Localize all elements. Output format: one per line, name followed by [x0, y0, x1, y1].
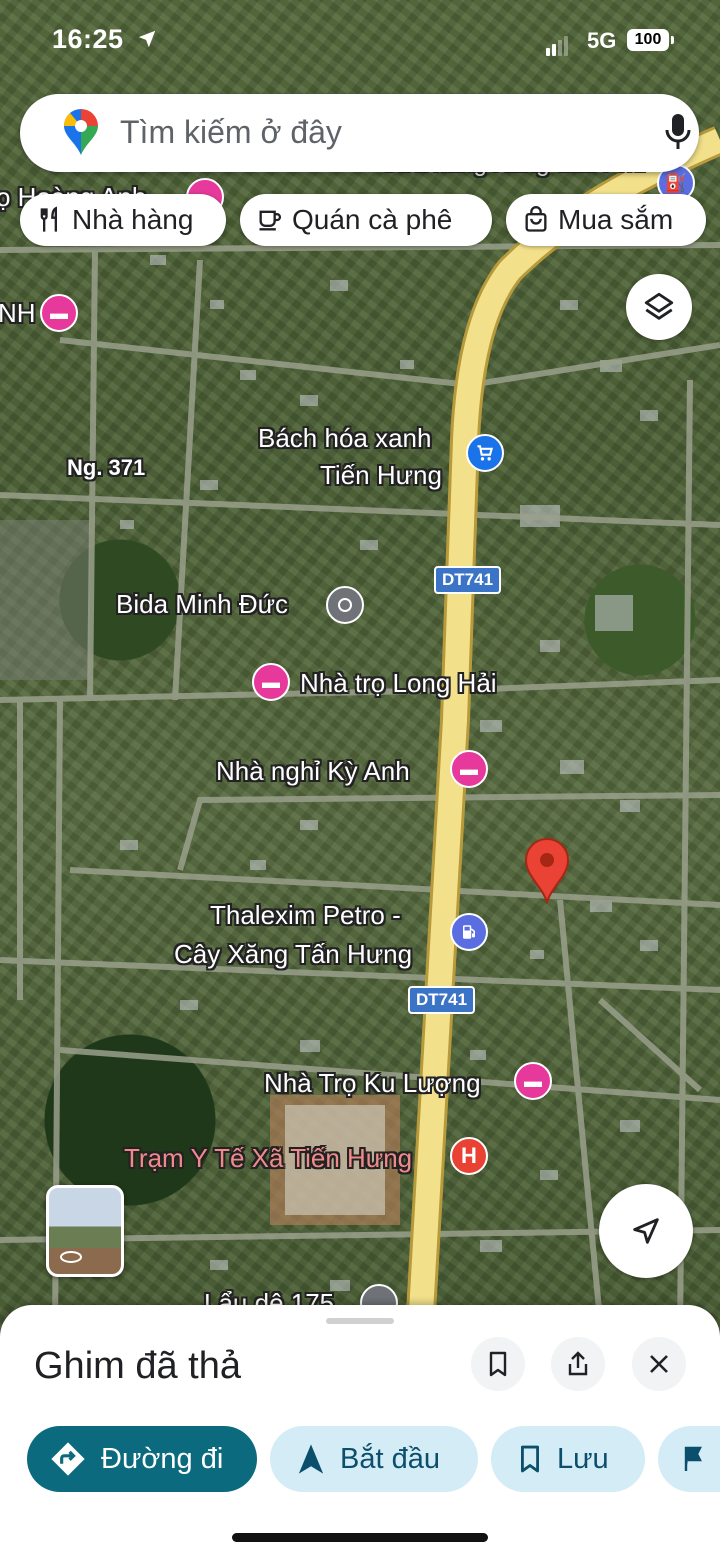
search-input[interactable]: Tìm kiếm ở đây: [120, 114, 342, 151]
battery-tip: [671, 36, 674, 44]
layers-button[interactable]: [626, 274, 692, 340]
poi-label-bach-hoa-xanh[interactable]: Bách hóa xanh: [258, 423, 431, 454]
place-label-partial: NH: [0, 298, 36, 328]
bed-icon[interactable]: ▬: [40, 294, 78, 332]
rotate-360-icon: [60, 1251, 82, 1263]
start-button[interactable]: Bắt đầu: [270, 1426, 478, 1492]
dropped-pin-icon[interactable]: [524, 838, 570, 904]
action-buttons-row: Đường đi Bắt đầu Lưu: [0, 1426, 720, 1494]
maps-pin-logo-icon: [63, 109, 98, 155]
chip-shopping[interactable]: Mua sắm: [506, 194, 706, 246]
place-icon[interactable]: [326, 586, 364, 624]
search-bar[interactable]: Tìm kiếm ở đây: [20, 94, 699, 172]
poi-label-tram-y-te[interactable]: Trạm Y Tế Xã Tiến Hưng: [124, 1143, 412, 1174]
chip-label: Quán cà phê: [292, 204, 453, 235]
shopping-bag-icon: [525, 206, 547, 232]
chip-label: Nhà hàng: [72, 204, 194, 235]
navigation-arrow-icon: [298, 1444, 324, 1474]
poi-label-nha-tro-long-hai[interactable]: Nhà trọ Long Hải: [300, 668, 497, 699]
network-type: 5G: [587, 28, 617, 53]
layers-icon: [644, 292, 674, 320]
directions-label: Đường đi: [101, 1442, 224, 1475]
poi-label-bida-minh-duc[interactable]: Bida Minh Đức: [116, 589, 288, 620]
my-location-button[interactable]: [599, 1184, 693, 1278]
bookmark-icon: [521, 1445, 539, 1473]
poi-label-bach-hoa-xanh-2[interactable]: Tiến Hưng: [320, 460, 442, 491]
place-bottom-sheet[interactable]: Ghim đã thả Đường đi Bắt đầu Lưu: [0, 1305, 720, 1557]
bed-icon[interactable]: ▬: [252, 663, 290, 701]
poi-label-nha-nghi-ky-anh[interactable]: Nhà nghỉ Kỳ Anh: [216, 756, 410, 787]
share-button[interactable]: [551, 1337, 605, 1391]
sheet-title: Ghim đã thả: [34, 1345, 241, 1387]
start-label: Bắt đầu: [340, 1442, 440, 1475]
road-shield-dt741: DT741: [434, 566, 502, 594]
hospital-icon[interactable]: H: [450, 1137, 488, 1175]
bookmark-icon: [489, 1351, 507, 1377]
gas-pump-icon[interactable]: [450, 913, 488, 951]
battery-level: 100: [627, 29, 669, 51]
drag-handle[interactable]: [326, 1318, 394, 1324]
signal-bars-icon: [546, 36, 570, 56]
fork-knife-icon: [40, 206, 57, 232]
flag-icon: [684, 1446, 702, 1471]
poi-label-nha-tro-ku-luong[interactable]: Nhà Trọ Ku Lượng: [264, 1068, 481, 1099]
close-button[interactable]: [632, 1337, 686, 1391]
bed-icon[interactable]: ▬: [450, 750, 488, 788]
save-label: Lưu: [557, 1442, 609, 1475]
navigation-arrow-icon: [633, 1218, 659, 1244]
close-icon: [650, 1355, 668, 1373]
poi-label-thalexim[interactable]: Thalexim Petro -: [210, 900, 401, 931]
directions-icon: [51, 1442, 85, 1476]
save-button[interactable]: [471, 1337, 525, 1391]
poi-label-thalexim-2[interactable]: Cây Xăng Tấn Hưng: [174, 939, 412, 970]
save-action-button[interactable]: Lưu: [491, 1426, 645, 1492]
directions-button[interactable]: Đường đi: [27, 1426, 257, 1492]
shopping-cart-icon[interactable]: [466, 434, 504, 472]
mic-icon[interactable]: [664, 112, 692, 152]
coffee-cup-icon: [259, 210, 282, 231]
home-indicator[interactable]: [232, 1533, 488, 1542]
bed-icon[interactable]: ▬: [514, 1062, 552, 1100]
chip-coffee[interactable]: Quán cà phê: [240, 194, 492, 246]
category-chips: Nhà hàng Quán cà phê Mua sắm: [0, 194, 720, 248]
road-label-ng371: Ng. 371: [67, 455, 146, 480]
road-shield-dt741-2: DT741: [408, 986, 476, 1014]
label-action-button[interactable]: [658, 1426, 720, 1492]
location-arrow-icon: [138, 30, 156, 48]
chip-label: Mua sắm: [558, 204, 674, 235]
chip-restaurants[interactable]: Nhà hàng: [20, 194, 226, 246]
status-time: 16:25: [52, 24, 124, 54]
status-bar: 16:25 5G 100: [0, 0, 720, 80]
share-icon: [568, 1351, 588, 1376]
street-view-thumbnail[interactable]: [46, 1185, 124, 1277]
